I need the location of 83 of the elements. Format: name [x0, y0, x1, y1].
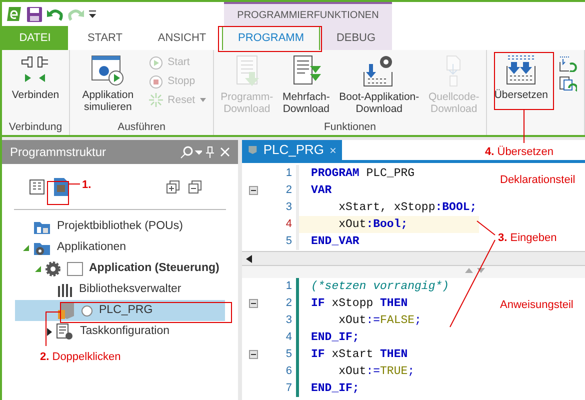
fold-icon[interactable]	[248, 299, 258, 308]
annotation-label: 3. Eingeben	[498, 231, 557, 246]
collapse-all-icon[interactable]	[188, 180, 202, 194]
tree-item[interactable]: Projektbibliothek (POUs)	[15, 216, 225, 237]
panel-title: Programmstruktur	[10, 144, 106, 161]
ribbon-group-label: Funktionen	[324, 121, 376, 133]
line-number: 7	[284, 381, 292, 396]
pou-view-icon[interactable]	[53, 176, 69, 196]
line-number: 2	[284, 296, 292, 312]
line-number: 5	[284, 347, 292, 362]
search-icon[interactable]	[180, 145, 202, 159]
pin-icon[interactable]	[206, 146, 214, 158]
leader-line	[476, 220, 496, 236]
expand-all-icon[interactable]	[166, 180, 180, 194]
collapsed-triangle-icon	[47, 328, 52, 336]
line-number: 1	[284, 166, 292, 182]
tree-item[interactable]: Application (Steuerung)	[15, 258, 225, 279]
annotation-label: 4. Übersetzen	[485, 144, 554, 160]
line-number: 6	[284, 364, 292, 380]
tree-item[interactable]: Taskkonfiguration	[15, 321, 225, 342]
editor-tab[interactable]: PLC_PRG	[242, 140, 342, 160]
code-line[interactable]: END_IF;	[299, 380, 479, 397]
line-number: 4	[284, 330, 292, 346]
highlight-frame	[47, 181, 69, 205]
tree-item[interactable]: Bibliotheksverwalter	[15, 279, 225, 300]
line-number: 1	[284, 279, 292, 294]
ribbon-group-label: Verbindung	[8, 121, 62, 133]
code-line[interactable]: xOut:=TRUE;	[299, 363, 479, 380]
code-line[interactable]: VAR	[299, 182, 479, 199]
ribbon-tab[interactable]: PROGRAMM	[222, 26, 320, 50]
grid-refresh-icon[interactable]	[558, 56, 577, 72]
ribbon-button[interactable]: Boot-Applikation-Download	[339, 54, 420, 115]
section-note: Anweisungsteil	[500, 298, 574, 313]
context-tab-group-label: PROGRAMMIERFUNKTIONEN	[237, 8, 379, 22]
undo-icon[interactable]	[47, 8, 63, 20]
highlight-frame	[494, 52, 554, 110]
expanded-triangle-icon	[23, 244, 29, 250]
code-line[interactable]: IF xStopp THEN	[299, 295, 479, 312]
fold-icon[interactable]	[248, 350, 258, 359]
fold-icon[interactable]	[248, 186, 258, 195]
section-note: Deklarationsteil	[500, 173, 576, 188]
ribbon-button[interactable]: Übersetzen	[494, 54, 548, 101]
books-icon	[57, 282, 73, 296]
code-line[interactable]: xStart, xStopp:BOOL;	[299, 199, 479, 216]
save-icon[interactable]	[27, 6, 42, 22]
customize-caret-icon[interactable]	[89, 10, 96, 18]
ribbon-button[interactable]: Mehrfach-Download	[282, 54, 330, 115]
code-line[interactable]: xOut:=FALSE;	[299, 312, 479, 329]
tree-item[interactable]: Applikationen	[15, 237, 225, 258]
code-line[interactable]: (*setzen vorrangig*)	[299, 278, 479, 295]
ribbon-group-label: Ausführen	[118, 121, 166, 133]
device-list-icon[interactable]	[29, 178, 45, 194]
grid-double-arrow-icon	[504, 54, 538, 86]
line-number: 5	[284, 234, 292, 250]
expanded-triangle-icon	[35, 266, 41, 272]
leader-line	[46, 312, 60, 346]
documents-refresh-icon[interactable]	[558, 76, 577, 94]
line-number: 4	[284, 217, 292, 232]
checkbox-icon	[67, 262, 83, 276]
line-number: 3	[284, 313, 292, 328]
annotation-label: 1.	[82, 178, 92, 193]
gear-icon	[45, 260, 61, 276]
line-number: 3	[284, 200, 292, 216]
circle-icon	[81, 304, 93, 316]
horizontal-scrollbar[interactable]	[242, 251, 585, 266]
line-number: 2	[284, 183, 292, 198]
ribbon-button[interactable]: Applikation simulieren	[76, 54, 139, 113]
stop-icon	[148, 74, 163, 89]
ribbon-tab[interactable]: DEBUG	[320, 26, 392, 50]
code-line[interactable]: END_IF;	[299, 329, 479, 346]
app-logo-icon[interactable]	[6, 6, 22, 22]
play-icon	[148, 56, 163, 70]
code-line[interactable]: END_VAR	[299, 233, 479, 250]
annotation-label: 2. Doppelklicken	[40, 350, 121, 365]
document-gear-icon	[56, 322, 74, 340]
scroll-left-icon[interactable]	[246, 254, 252, 262]
tree-item[interactable]: PLC_PRG	[15, 300, 225, 321]
ribbon-button[interactable]: Verbinden	[12, 54, 60, 101]
code-line[interactable]: IF xStart THEN	[299, 346, 479, 363]
split-down-icon[interactable]	[477, 268, 485, 273]
close-icon[interactable]	[330, 146, 336, 154]
code-line[interactable]: PROGRAM PLC_PRG	[299, 165, 479, 182]
burst-icon	[148, 93, 163, 108]
